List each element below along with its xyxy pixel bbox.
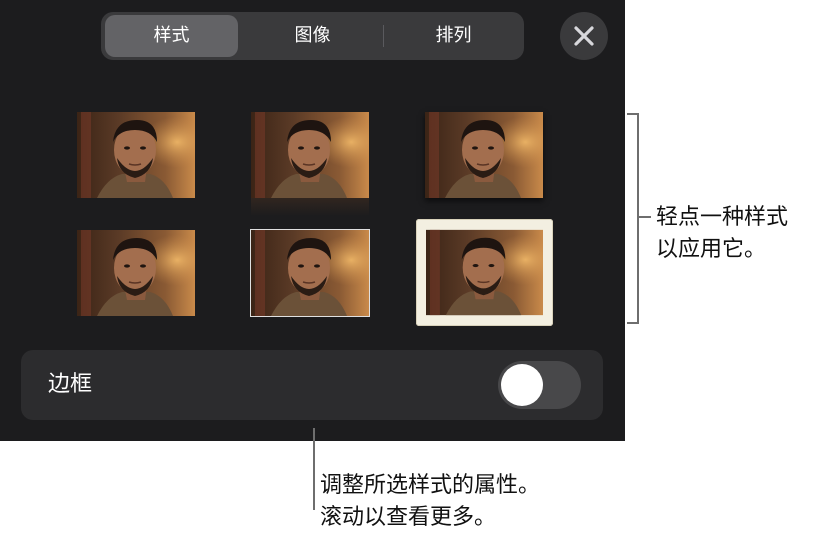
tab-style[interactable]: 样式 (105, 15, 238, 57)
reflection-effect (251, 198, 369, 216)
tab-image[interactable]: 图像 (246, 15, 379, 57)
style-reflection[interactable] (251, 112, 369, 198)
portrait-thumbnail (77, 112, 195, 198)
close-icon (574, 26, 594, 46)
style-popover: 样式 图像 排列 边框 (0, 0, 625, 441)
properties-callout: 调整所选样式的属性。 滚动以查看更多。 (320, 470, 540, 534)
border-row: 边框 (21, 350, 603, 420)
callout-line: 以应用它。 (656, 237, 767, 262)
callout-line: 轻点一种样式 (656, 205, 789, 230)
style-shadow[interactable] (425, 112, 543, 198)
style-stamp-frame[interactable] (416, 219, 553, 326)
tab-arrange[interactable]: 排列 (387, 15, 520, 57)
style-white-border[interactable] (250, 229, 370, 317)
callout-line: 滚动以查看更多。 (320, 505, 497, 530)
portrait-thumbnail (251, 230, 369, 316)
callout-bracket-top (627, 113, 639, 115)
callout-bracket-tick (639, 216, 651, 218)
close-button[interactable] (560, 12, 608, 60)
border-toggle[interactable] (498, 361, 581, 409)
callout-leader-line (313, 428, 315, 510)
tab-divider (383, 25, 384, 47)
portrait-thumbnail (425, 112, 543, 198)
callout-bracket (637, 113, 639, 324)
portrait-thumbnail (77, 230, 195, 316)
style-plain[interactable] (77, 112, 195, 198)
portrait-thumbnail (251, 112, 369, 198)
border-label: 边框 (48, 372, 93, 397)
callout-bracket-bottom (627, 322, 639, 324)
callout-line: 调整所选样式的属性。 (320, 473, 541, 498)
style-thin-border[interactable] (77, 230, 195, 316)
style-callout: 轻点一种样式 以应用它。 (656, 202, 788, 266)
toggle-knob (501, 364, 543, 406)
portrait-thumbnail (426, 229, 543, 316)
tab-bar: 样式 图像 排列 (101, 12, 524, 60)
